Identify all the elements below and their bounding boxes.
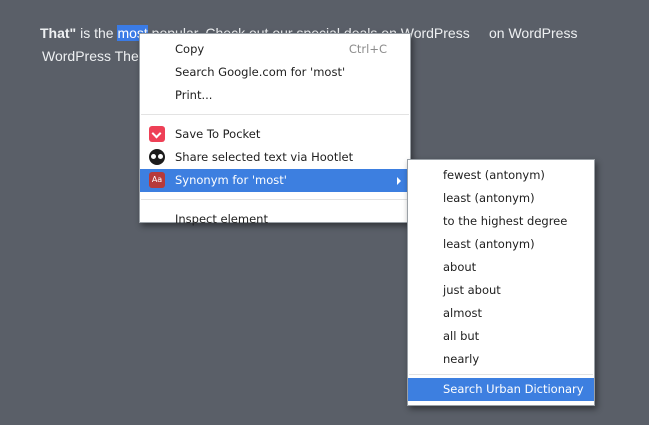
page-text-line-1-tail: on WordPress (489, 25, 578, 41)
quote-text: That" (40, 25, 77, 41)
synonym-item[interactable]: just about (408, 279, 594, 302)
menu-item-label: Save To Pocket (175, 127, 261, 141)
synonym-item[interactable]: about (408, 256, 594, 279)
synonym-submenu: fewest (antonym) least (antonym) to the … (407, 159, 595, 406)
menu-separator (409, 374, 593, 375)
menu-item-inspect-element[interactable]: Inspect element (140, 208, 410, 231)
menu-separator (141, 114, 409, 115)
menu-item-label: Synonym for 'most' (175, 173, 287, 187)
page-text-line-2: WordPress The (42, 48, 139, 64)
menu-item-search-urban-dictionary[interactable]: Search Urban Dictionary (408, 378, 594, 401)
synonym-item[interactable]: nearly (408, 348, 594, 371)
menu-item-label: Share selected text via Hootlet (175, 150, 354, 164)
menu-item-search-google[interactable]: Search Google.com for 'most' (140, 61, 410, 84)
synonym-item[interactable]: least (antonym) (408, 187, 594, 210)
synonym-item[interactable]: least (antonym) (408, 233, 594, 256)
pocket-icon (149, 126, 165, 142)
menu-separator (141, 199, 409, 200)
menu-item-print[interactable]: Print... (140, 84, 410, 107)
synonym-item[interactable]: almost (408, 302, 594, 325)
shortcut-label: Ctrl+C (348, 42, 387, 56)
menu-item-synonym[interactable]: Aa Synonym for 'most' (140, 169, 410, 192)
synonym-item[interactable]: fewest (antonym) (408, 164, 594, 187)
menu-item-save-to-pocket[interactable]: Save To Pocket (140, 123, 410, 146)
menu-item-copy[interactable]: Copy Ctrl+C (140, 38, 410, 61)
chevron-right-icon (397, 177, 401, 185)
synonym-item[interactable]: to the highest degree (408, 210, 594, 233)
context-menu: Copy Ctrl+C Search Google.com for 'most'… (139, 33, 411, 226)
body-text: is the (76, 25, 118, 41)
menu-item-share-hootlet[interactable]: Share selected text via Hootlet (140, 146, 410, 169)
menu-item-label: Copy (175, 42, 205, 56)
hootlet-owl-icon (149, 149, 165, 165)
synonym-item[interactable]: all but (408, 325, 594, 348)
dictionary-icon: Aa (149, 172, 165, 188)
